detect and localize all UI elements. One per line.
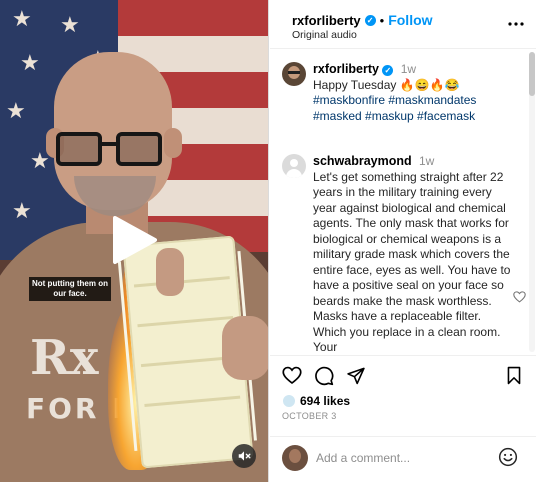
- comment-item: schwabraymond 1w Let's get something str…: [282, 154, 526, 355]
- caption-hashtags[interactable]: #maskbonfire #maskmandates #masked #mask…: [313, 93, 514, 124]
- post-header: rxforliberty ✓ • Follow Original audio: [270, 0, 536, 49]
- separator-dot: •: [379, 12, 385, 28]
- glasses-lens: [116, 132, 162, 166]
- smiley-icon: [498, 447, 518, 467]
- play-icon: [113, 216, 157, 264]
- post-date[interactable]: OCTOBER 3: [282, 411, 337, 421]
- verified-icon: ✓: [382, 65, 394, 77]
- more-options-button[interactable]: [508, 13, 524, 31]
- likes-count[interactable]: 694 likes: [300, 394, 350, 408]
- liker-avatar[interactable]: [282, 394, 296, 408]
- mute-button[interactable]: [232, 444, 256, 468]
- comment-text: Let's get something straight after 22 ye…: [313, 169, 511, 355]
- play-button[interactable]: [109, 214, 159, 266]
- comment-time[interactable]: 1w: [419, 154, 434, 168]
- send-icon: [347, 367, 365, 385]
- star-icon: ★: [6, 98, 26, 123]
- avatar[interactable]: [282, 154, 306, 178]
- post-actions: 694 likes OCTOBER 3: [270, 356, 536, 436]
- person-hand: [156, 248, 184, 296]
- post-panel: rxforliberty ✓ • Follow Original audio r…: [270, 0, 536, 482]
- comments-scrollbar[interactable]: [529, 52, 535, 352]
- volume-muted-icon: [238, 451, 251, 461]
- star-icon: ★: [12, 198, 32, 223]
- more-horizontal-icon: [508, 22, 524, 26]
- glasses-lens: [56, 132, 102, 166]
- caption-time[interactable]: 1w: [401, 62, 416, 76]
- audio-link[interactable]: Original audio: [292, 29, 357, 41]
- comment-username[interactable]: schwabraymond: [313, 154, 412, 168]
- bookmark-icon: [507, 366, 521, 385]
- comment-input[interactable]: [316, 447, 486, 469]
- caption-username[interactable]: rxforliberty: [313, 62, 379, 76]
- star-icon: ★: [20, 50, 40, 75]
- likes-row: 694 likes: [282, 394, 350, 408]
- share-button[interactable]: [346, 366, 366, 390]
- video-player[interactable]: ★ ★ ★ ★ ★ ★ ★ Rx FOR L Not putting them …: [0, 0, 269, 482]
- avatar[interactable]: [282, 62, 306, 86]
- glasses-bridge: [102, 142, 116, 146]
- star-icon: ★: [60, 12, 80, 37]
- scrollbar-thumb[interactable]: [529, 52, 535, 96]
- like-comment-button[interactable]: [513, 290, 526, 308]
- video-caption: Not putting them on our face.: [29, 277, 111, 301]
- header-username[interactable]: rxforliberty: [292, 13, 361, 28]
- comment-button[interactable]: [314, 366, 334, 391]
- post-caption: rxforliberty ✓ 1w Happy Tuesday 🔥😄🔥😂 #ma…: [282, 62, 514, 124]
- avatar[interactable]: [282, 445, 308, 471]
- comment-icon: [315, 366, 334, 386]
- add-comment-bar: [270, 436, 536, 482]
- star-icon: ★: [12, 6, 32, 31]
- shirt-logo-text: Rx: [30, 330, 99, 386]
- heart-icon: [282, 366, 302, 385]
- save-button[interactable]: [506, 366, 522, 390]
- person-hand: [222, 316, 268, 380]
- comments-list[interactable]: rxforliberty ✓ 1w Happy Tuesday 🔥😄🔥😂 #ma…: [270, 50, 536, 356]
- like-button[interactable]: [282, 366, 302, 390]
- emoji-button[interactable]: [498, 447, 518, 472]
- follow-button[interactable]: Follow: [388, 12, 432, 28]
- header-user: rxforliberty ✓ • Follow: [292, 12, 433, 28]
- person-ear: [164, 128, 182, 158]
- caption-text: Happy Tuesday 🔥😄🔥😂: [313, 77, 460, 92]
- verified-icon: ✓: [364, 14, 376, 26]
- heart-icon: [513, 291, 526, 303]
